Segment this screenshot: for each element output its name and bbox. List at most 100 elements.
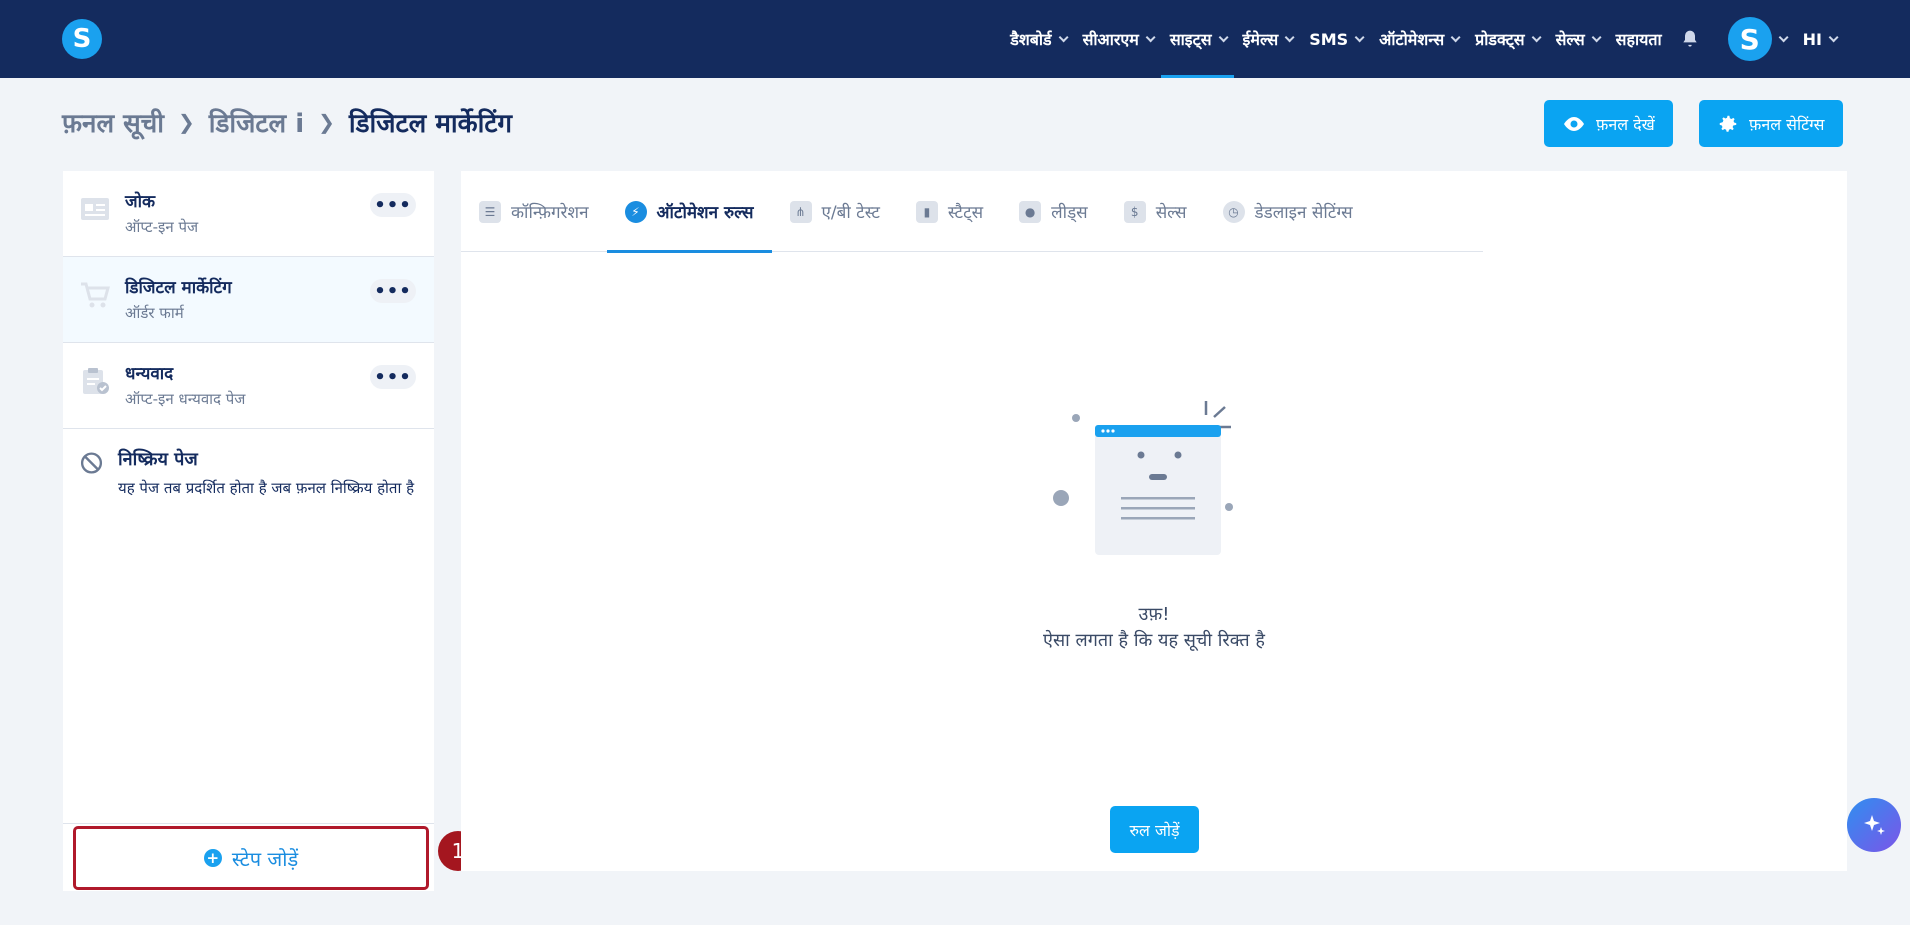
nav-label: डैशबोर्ड bbox=[1010, 30, 1052, 49]
button-label: स्टेप जोड़ें bbox=[231, 846, 299, 871]
breadcrumb: फ़नल सूची ❯ डिजिटल i ❯ डिजिटल मार्केटिंग bbox=[62, 104, 512, 140]
tab-label: लीड्स bbox=[1051, 203, 1088, 223]
breadcrumb-funnel[interactable]: डिजिटल i bbox=[209, 104, 304, 140]
nav-sales[interactable]: सेल्स bbox=[1547, 0, 1607, 78]
view-funnel-button[interactable]: फ़नल देखें bbox=[1544, 100, 1673, 147]
tab-label: सेल्स bbox=[1155, 203, 1187, 223]
tab-label: ए/बी टेस्ट bbox=[821, 203, 880, 223]
language-label: HI bbox=[1802, 29, 1822, 49]
empty-state-title: उफ़! bbox=[1138, 604, 1170, 625]
nav-sites[interactable]: साइट्स bbox=[1160, 0, 1234, 78]
nav-help[interactable]: सहायता bbox=[1607, 0, 1671, 78]
step-item[interactable]: धन्यवाद ऑप्ट-इन धन्यवाद पेज ••• bbox=[63, 343, 434, 429]
notifications-button[interactable] bbox=[1671, 0, 1709, 78]
inactive-page-description: यह पेज तब प्रदर्शित होता है जब फ़नल निष्… bbox=[118, 479, 415, 497]
tab-automation-rules[interactable]: ⚡ ऑटोमेशन रुल्स bbox=[606, 171, 772, 253]
dollar-icon: $ bbox=[1123, 200, 1146, 223]
plus-circle-icon: + bbox=[203, 849, 222, 867]
chevron-right-icon: ❯ bbox=[318, 110, 335, 134]
nav-label: सहायता bbox=[1615, 30, 1662, 49]
nav-label: सीआरएम bbox=[1082, 30, 1139, 49]
step-type: ऑर्डर फार्म bbox=[125, 304, 184, 322]
ai-assistant-button[interactable] bbox=[1847, 798, 1901, 852]
nav-dashboard[interactable]: डैशबोर्ड bbox=[1001, 0, 1073, 78]
avatar: S bbox=[1727, 17, 1772, 61]
tab-configuration[interactable]: ☰ कॉन्फ़िगरेशन bbox=[461, 171, 607, 252]
nav-label: प्रोडक्ट्स bbox=[1475, 30, 1525, 49]
tab-stats[interactable]: ▮ स्टैट्स bbox=[898, 171, 1001, 252]
nav-emails[interactable]: ईमेल्स bbox=[1234, 0, 1301, 78]
chevron-down-icon bbox=[1828, 31, 1839, 42]
step-title: डिजिटल मार्केटिंग bbox=[125, 278, 232, 298]
tab-bar: ☰ कॉन्फ़िगरेशन ⚡ ऑटोमेशन रुल्स ⋔ ए/बी टेस्ट… bbox=[461, 171, 1483, 253]
empty-state-message: ऐसा लगता है कि यह सूची रिक्त है bbox=[1043, 630, 1265, 651]
main-nav: डैशबोर्ड सीआरएम साइट्स ईमेल्स SMS ऑटोमेश… bbox=[1001, 0, 1844, 78]
tab-sales[interactable]: $ सेल्स bbox=[1106, 171, 1205, 252]
cart-icon bbox=[81, 282, 110, 308]
step-options-button[interactable]: ••• bbox=[370, 193, 416, 217]
funnel-settings-button[interactable]: फ़नल सेटिंग्स bbox=[1699, 100, 1843, 147]
step-item[interactable]: जोक ऑप्ट-इन पेज ••• bbox=[63, 171, 434, 257]
step-title: धन्यवाद bbox=[125, 364, 174, 384]
empty-state-illustration bbox=[1053, 401, 1233, 555]
nav-products[interactable]: प्रोडक्ट्स bbox=[1466, 0, 1546, 78]
step-options-button[interactable]: ••• bbox=[370, 365, 416, 389]
tab-leads[interactable]: ● लीड्स bbox=[1001, 171, 1106, 252]
chevron-down-icon bbox=[1591, 31, 1602, 42]
tab-label: स्टैट्स bbox=[947, 203, 984, 223]
tab-deadline-settings[interactable]: ◷ डेडलाइन सेटिंग्स bbox=[1205, 171, 1371, 252]
language-selector[interactable]: HI bbox=[1794, 0, 1844, 78]
bar-chart-icon: ▮ bbox=[915, 200, 938, 223]
inactive-page-title: निष्क्रिय पेज bbox=[118, 449, 198, 470]
tab-label: डेडलाइन सेटिंग्स bbox=[1254, 203, 1353, 223]
page-title: डिजिटल मार्केटिंग bbox=[348, 109, 513, 139]
chevron-down-icon bbox=[1531, 31, 1542, 42]
chevron-down-icon bbox=[1058, 31, 1069, 42]
chevron-down-icon bbox=[1218, 31, 1229, 42]
tab-label: ऑटोमेशन रुल्स bbox=[656, 203, 754, 223]
nav-label: सेल्स bbox=[1555, 30, 1585, 49]
optin-page-icon bbox=[81, 198, 109, 220]
button-label: फ़नल देखें bbox=[1596, 114, 1655, 134]
add-step-area: + स्टेप जोड़ें bbox=[63, 823, 434, 891]
users-icon: ● bbox=[1019, 200, 1042, 223]
account-menu[interactable]: S bbox=[1709, 0, 1794, 78]
automation-rules-panel: ☰ कॉन्फ़िगरेशन ⚡ ऑटोमेशन रुल्स ⋔ ए/बी टेस्ट… bbox=[461, 171, 1847, 871]
nav-label: ईमेल्स bbox=[1242, 30, 1279, 49]
funnel-steps-sidebar: जोक ऑप्ट-इन पेज ••• डिजिटल मार्केटिंग ऑर… bbox=[63, 171, 434, 891]
chevron-down-icon bbox=[1145, 31, 1156, 42]
inactive-page-item[interactable]: निष्क्रिय पेज यह पेज तब प्रदर्शित होता ह… bbox=[63, 429, 434, 517]
breadcrumb-funnel-list[interactable]: फ़नल सूची bbox=[62, 104, 164, 140]
nav-sms[interactable]: SMS bbox=[1300, 0, 1370, 78]
button-label: फ़नल सेटिंग्स bbox=[1749, 114, 1825, 134]
tab-label: कॉन्फ़िगरेशन bbox=[511, 203, 589, 223]
nav-crm[interactable]: सीआरएम bbox=[1074, 0, 1161, 78]
gear-icon bbox=[1719, 115, 1737, 132]
top-navbar: S डैशबोर्ड सीआरएम साइट्स ईमेल्स SMS ऑटोम… bbox=[0, 0, 1910, 78]
step-item[interactable]: डिजिटल मार्केटिंग ऑर्डर फार्म ••• bbox=[63, 257, 434, 343]
add-rule-button[interactable]: रुल जोड़ें bbox=[1110, 806, 1199, 853]
eye-icon bbox=[1564, 116, 1584, 131]
bell-icon bbox=[1682, 30, 1697, 47]
chevron-down-icon bbox=[1354, 31, 1365, 42]
step-options-button[interactable]: ••• bbox=[370, 279, 416, 303]
sliders-icon: ☰ bbox=[479, 200, 501, 223]
step-title: जोक bbox=[125, 192, 156, 212]
app-logo[interactable]: S bbox=[62, 19, 102, 59]
nav-label: SMS bbox=[1309, 29, 1349, 49]
lightning-icon: ⚡ bbox=[624, 200, 647, 223]
step-type: ऑप्ट-इन धन्यवाद पेज bbox=[125, 390, 246, 408]
clipboard-check-icon bbox=[83, 368, 109, 394]
split-icon: ⋔ bbox=[789, 200, 812, 223]
step-type: ऑप्ट-इन पेज bbox=[125, 218, 199, 236]
add-step-button[interactable]: + स्टेप जोड़ें bbox=[73, 826, 429, 890]
nav-label: ऑटोमेशन्स bbox=[1379, 30, 1445, 49]
chevron-down-icon bbox=[1450, 31, 1461, 42]
chevron-right-icon: ❯ bbox=[177, 110, 195, 134]
tab-ab-test[interactable]: ⋔ ए/बी टेस्ट bbox=[772, 171, 898, 252]
chevron-down-icon bbox=[1284, 31, 1295, 42]
sparkle-icon bbox=[1864, 815, 1885, 835]
nav-automations[interactable]: ऑटोमेशन्स bbox=[1370, 0, 1466, 78]
prohibited-icon bbox=[80, 452, 103, 474]
chevron-down-icon bbox=[1778, 31, 1789, 42]
